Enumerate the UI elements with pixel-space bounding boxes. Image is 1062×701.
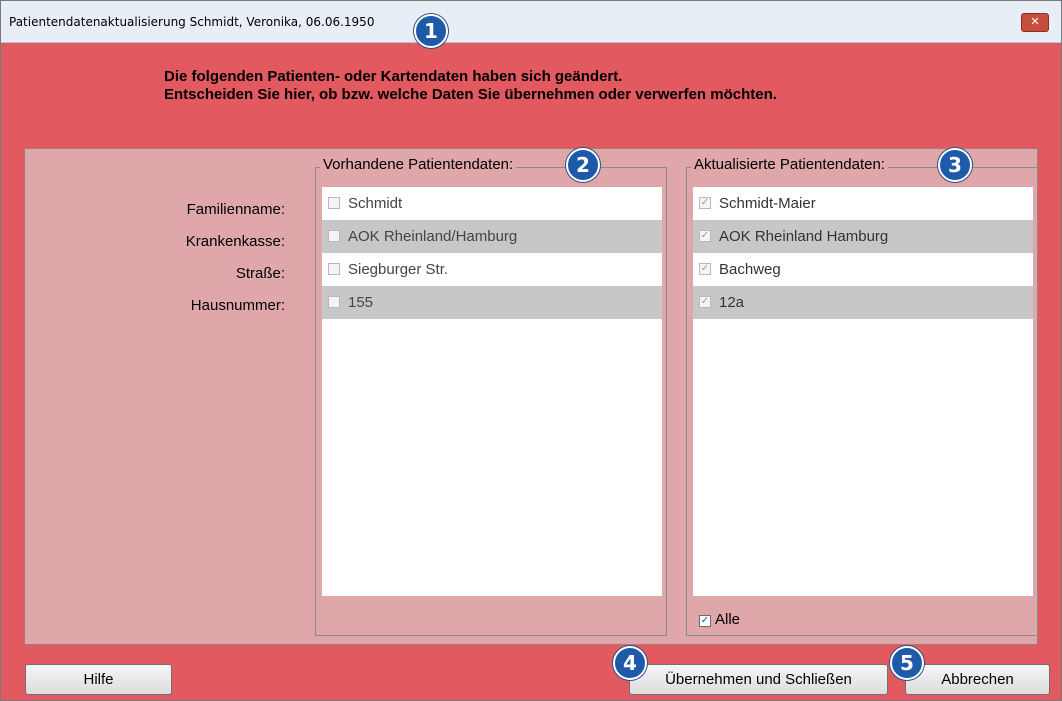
callout-badge-5: 5 bbox=[890, 646, 924, 680]
info-message: Die folgenden Patienten- oder Kartendate… bbox=[164, 68, 777, 104]
updated-value: Bachweg bbox=[719, 261, 781, 278]
updated-row-hausnummer[interactable]: ✓ 12a bbox=[693, 286, 1033, 319]
callout-badge-3: 3 bbox=[938, 148, 972, 182]
close-button[interactable]: ✕ bbox=[1021, 13, 1049, 32]
existing-value: AOK Rheinland/Hamburg bbox=[348, 228, 518, 245]
label-familienname: Familienname: bbox=[186, 201, 285, 218]
checkbox-icon[interactable]: ✓ bbox=[699, 263, 711, 275]
existing-value: Siegburger Str. bbox=[348, 261, 449, 278]
callout-badge-1: 1 bbox=[414, 14, 448, 48]
updated-row-strasse[interactable]: ✓ Bachweg bbox=[693, 253, 1033, 286]
select-all-label[interactable]: Alle bbox=[715, 611, 740, 628]
updated-data-title: Aktualisierte Patientendaten: bbox=[691, 156, 888, 173]
updated-data-group: Aktualisierte Patientendaten: ✓ Schmidt-… bbox=[686, 156, 1038, 636]
checkbox-icon[interactable] bbox=[328, 296, 340, 308]
close-icon: ✕ bbox=[1030, 15, 1040, 28]
existing-data-group: Vorhandene Patientendaten: Schmidt AOK R… bbox=[315, 156, 667, 636]
callout-badge-4: 4 bbox=[613, 646, 647, 680]
updated-row-familienname[interactable]: ✓ Schmidt-Maier bbox=[693, 187, 1033, 220]
info-message-line-1: Die folgenden Patienten- oder Kartendate… bbox=[164, 68, 623, 85]
callout-badge-2: 2 bbox=[566, 148, 600, 182]
checkbox-icon[interactable]: ✓ bbox=[699, 197, 711, 209]
checkbox-icon[interactable]: ✓ bbox=[699, 230, 711, 242]
existing-value: 155 bbox=[348, 294, 374, 311]
existing-row-strasse[interactable]: Siegburger Str. bbox=[322, 253, 662, 286]
select-all-checkbox[interactable]: ✓ bbox=[699, 615, 711, 627]
existing-data-title: Vorhandene Patientendaten: bbox=[320, 156, 517, 173]
existing-value: Schmidt bbox=[348, 195, 403, 212]
updated-data-list: ✓ Schmidt-Maier ✓ AOK Rheinland Hamburg … bbox=[693, 187, 1033, 596]
checkbox-icon[interactable] bbox=[328, 230, 340, 242]
updated-row-krankenkasse[interactable]: ✓ AOK Rheinland Hamburg bbox=[693, 220, 1033, 253]
cancel-button[interactable]: Abbrechen bbox=[905, 664, 1050, 695]
checkbox-icon[interactable] bbox=[328, 197, 340, 209]
label-hausnummer: Hausnummer: bbox=[190, 297, 285, 314]
info-message-line-2: Entscheiden Sie hier, ob bzw. welche Dat… bbox=[164, 86, 777, 103]
apply-and-close-button[interactable]: Übernehmen und Schließen bbox=[629, 664, 888, 695]
title-bar: Patientendatenaktualisierung Schmidt, Ve… bbox=[1, 1, 1061, 43]
updated-value: 12a bbox=[719, 294, 745, 311]
existing-row-krankenkasse[interactable]: AOK Rheinland/Hamburg bbox=[322, 220, 662, 253]
existing-data-list: Schmidt AOK Rheinland/Hamburg Siegburger… bbox=[322, 187, 662, 596]
content-panel: Familienname: Krankenkasse: Straße: Haus… bbox=[24, 148, 1038, 645]
updated-value: Schmidt-Maier bbox=[719, 195, 816, 212]
dialog-window: Patientendatenaktualisierung Schmidt, Ve… bbox=[0, 0, 1062, 701]
updated-value: AOK Rheinland Hamburg bbox=[719, 228, 889, 245]
help-button[interactable]: Hilfe bbox=[25, 664, 172, 695]
window-title: Patientendatenaktualisierung Schmidt, Ve… bbox=[9, 15, 375, 29]
existing-row-hausnummer[interactable]: 155 bbox=[322, 286, 662, 319]
checkbox-icon[interactable]: ✓ bbox=[699, 296, 711, 308]
checkbox-icon[interactable] bbox=[328, 263, 340, 275]
label-krankenkasse: Krankenkasse: bbox=[185, 233, 285, 250]
label-strasse: Straße: bbox=[235, 265, 285, 282]
existing-row-familienname[interactable]: Schmidt bbox=[322, 187, 662, 220]
